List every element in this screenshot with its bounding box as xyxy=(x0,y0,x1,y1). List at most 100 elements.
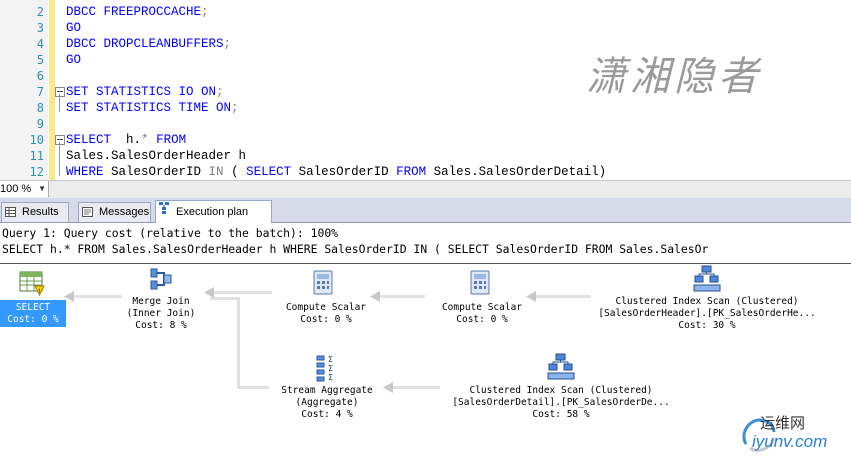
divider xyxy=(0,263,851,264)
code-token: FROM xyxy=(396,165,427,179)
flow-arrow xyxy=(210,291,272,294)
node-sublabel: (Aggregate) xyxy=(295,397,359,408)
grid-icon xyxy=(5,207,16,217)
line-number: 6 xyxy=(36,69,44,83)
watermark: 潇湘隐者 xyxy=(586,54,762,100)
tab-execution-plan-label: Execution plan xyxy=(176,206,249,218)
node-cost: Cost: 0 % xyxy=(300,314,352,325)
merge-join-icon[interactable] xyxy=(148,267,174,293)
code-text: SET STATISTICS IO ON; xyxy=(66,84,224,100)
tab-results[interactable]: Results xyxy=(1,202,69,222)
compute-scalar-icon[interactable] xyxy=(312,270,336,296)
query-editor[interactable]: 2 DBCC FREEPROCCACHE; 3 GO 4 DBCC DROPCLEANBU… xyxy=(0,0,851,180)
tab-execution-plan[interactable]: Execution plan xyxy=(155,200,272,223)
node-label: SELECT xyxy=(15,302,51,313)
node-cost: Cost: 4 % xyxy=(301,409,353,420)
code-line: 9 xyxy=(0,116,851,132)
line-number: 2 xyxy=(36,5,44,19)
code-text: DBCC DROPCLEANBUFFERS; xyxy=(66,36,231,52)
compute-scalar-icon[interactable] xyxy=(469,270,493,296)
line-number: 7 xyxy=(36,85,44,99)
code-line: 12 WHERE SalesOrderID IN ( SELECT SalesOr… xyxy=(0,164,851,180)
node-label: Clustered Index Scan (Clustered) xyxy=(615,296,799,307)
site-logo: 运维网 iyunv.com xyxy=(738,410,848,456)
code-token: h. xyxy=(111,133,142,147)
plan-node-merge-join[interactable]: Merge Join (Inner Join) Cost: 8 % xyxy=(96,296,226,332)
code-token: WHERE xyxy=(66,165,104,179)
code-token: SELECT xyxy=(66,133,112,147)
code-token: SET STATISTICS IO ON xyxy=(66,85,217,99)
node-cost: Cost: 0 % xyxy=(7,314,59,325)
collapse-region-icon[interactable] xyxy=(55,135,65,145)
code-text: SET STATISTICS TIME ON; xyxy=(66,100,239,116)
arrow-head-icon xyxy=(370,291,380,302)
tab-results-label: Results xyxy=(22,206,59,218)
table-select-icon[interactable]: ! xyxy=(19,270,45,296)
fold-guide xyxy=(59,142,60,176)
line-number: 9 xyxy=(36,117,44,131)
site-logo-name: 运维网 xyxy=(760,414,806,432)
code-token: Sales.SalesOrderDetail) xyxy=(426,165,607,179)
collapse-region-icon[interactable] xyxy=(55,87,65,97)
plan-node-clustered-index-scan-detail[interactable]: Clustered Index Scan (Clustered) [SalesO… xyxy=(430,385,692,421)
code-line: 10 SELECT h.* FROM xyxy=(0,132,851,148)
clustered-index-scan-icon[interactable] xyxy=(547,353,575,381)
code-token: GO xyxy=(66,53,82,67)
node-label: Merge Join xyxy=(132,296,190,307)
code-token: GO xyxy=(66,21,82,35)
code-token: ; xyxy=(201,5,209,19)
plan-node-stream-aggregate[interactable]: Stream Aggregate (Aggregate) Cost: 4 % xyxy=(262,385,392,421)
execution-plan-pane: Query 1: Query cost (relative to the bat… xyxy=(0,224,851,458)
code-text: GO xyxy=(66,52,81,68)
code-text: GO xyxy=(66,20,81,36)
code-token: ; xyxy=(223,37,232,51)
tab-messages[interactable]: Messages xyxy=(78,202,151,222)
execution-plan-icon xyxy=(159,202,169,214)
tab-messages-label: Messages xyxy=(99,206,150,218)
code-token: IN xyxy=(208,165,224,179)
node-sublabel: (Inner Join) xyxy=(126,308,196,319)
code-token: SalesOrderID xyxy=(103,165,209,179)
site-logo-url: iyunv.com xyxy=(752,432,828,451)
clustered-index-scan-icon[interactable] xyxy=(693,265,721,293)
node-cost: Cost: 0 % xyxy=(456,314,508,325)
node-cost: Cost: 30 % xyxy=(678,320,736,331)
code-token: ( xyxy=(223,165,247,179)
node-label: Compute Scalar xyxy=(441,302,523,313)
plan-node-compute-scalar-1[interactable]: Compute Scalar Cost: 0 % xyxy=(262,302,390,326)
code-token: ; xyxy=(216,85,224,99)
code-token: FROM xyxy=(156,133,187,147)
code-token: DBCC FREEPROCCACHE xyxy=(66,5,202,19)
code-text: Sales.SalesOrderHeader h xyxy=(66,148,246,164)
results-tab-strip: Results Messages Execution plan xyxy=(0,198,851,223)
svg-text:Σ: Σ xyxy=(328,364,333,373)
svg-text:!: ! xyxy=(38,288,40,295)
code-text: SELECT h.* FROM xyxy=(66,132,186,148)
code-token: Sales.SalesOrderHeader h xyxy=(66,149,247,163)
code-text: DBCC FREEPROCCACHE; xyxy=(66,4,209,20)
line-number: 11 xyxy=(29,149,44,163)
stream-aggregate-icon[interactable]: ΣΣΣ xyxy=(316,354,338,382)
code-line: 3 GO xyxy=(0,20,851,36)
fold-guide xyxy=(59,94,60,112)
plan-node-compute-scalar-2[interactable]: Compute Scalar Cost: 0 % xyxy=(418,302,546,326)
svg-text:Σ: Σ xyxy=(328,355,333,364)
node-label: Clustered Index Scan (Clustered) xyxy=(469,385,653,396)
line-number: 4 xyxy=(36,37,44,51)
code-token: SET STATISTICS TIME ON xyxy=(66,101,232,115)
plan-node-select[interactable]: SELECT Cost: 0 % xyxy=(0,302,66,326)
code-token: SalesOrderID xyxy=(291,165,397,179)
query-text: SELECT h.* FROM Sales.SalesOrderHeader h… xyxy=(2,242,709,256)
node-label: Compute Scalar xyxy=(285,302,367,313)
node-cost: Cost: 58 % xyxy=(532,409,590,420)
line-number: 3 xyxy=(36,21,44,35)
code-line: 2 DBCC FREEPROCCACHE; xyxy=(0,4,851,20)
line-number: 8 xyxy=(36,101,44,115)
zoom-dropdown[interactable]: 100 % ▼ xyxy=(0,181,49,197)
zoom-value: 100 % xyxy=(0,183,32,195)
flow-arrow xyxy=(237,297,240,389)
chevron-down-icon: ▼ xyxy=(38,184,46,193)
editor-status-strip: 100 % ▼ xyxy=(0,180,851,199)
plan-node-clustered-index-scan-header[interactable]: Clustered Index Scan (Clustered) [SalesO… xyxy=(576,296,838,332)
